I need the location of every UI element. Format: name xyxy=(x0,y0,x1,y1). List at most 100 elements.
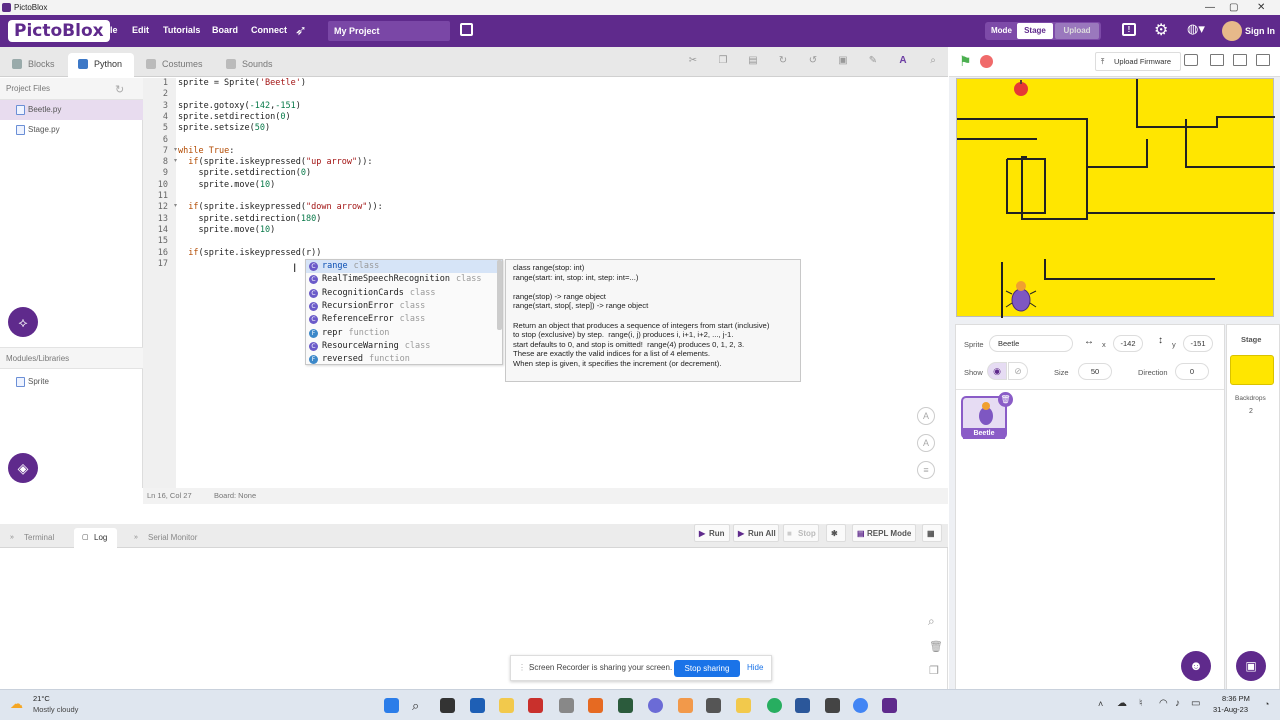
brush-icon[interactable]: ✎ xyxy=(866,55,880,69)
close-icon[interactable]: ✕ xyxy=(1257,0,1265,15)
beetle-sprite[interactable] xyxy=(1005,281,1037,312)
show-eye-icon[interactable]: ◉ xyxy=(987,362,1007,380)
code-line[interactable]: sprite.setsize(50) xyxy=(178,123,270,134)
menu-edit[interactable]: Edit xyxy=(132,25,149,35)
menu-tutorials[interactable]: Tutorials xyxy=(163,25,200,35)
code-line[interactable]: sprite.setdirection(0) xyxy=(178,112,291,123)
task-view-icon[interactable] xyxy=(440,698,455,713)
code-line[interactable]: while True: xyxy=(178,146,234,157)
paste-icon[interactable]: ▤ xyxy=(746,55,760,69)
tab-sounds[interactable]: Sounds xyxy=(216,53,284,77)
app-icon[interactable] xyxy=(678,698,693,713)
save-icon[interactable] xyxy=(460,23,473,36)
tab-costumes[interactable]: Costumes xyxy=(136,53,214,77)
autocomplete-item[interactable]: Crange class xyxy=(306,260,502,274)
tray-chevron-icon[interactable]: ˄ xyxy=(1098,699,1103,709)
code-line[interactable]: sprite = Sprite('Beetle') xyxy=(178,78,306,89)
trash-icon[interactable]: 🗑 xyxy=(929,640,943,653)
debug-bug-icon[interactable]: ✱ xyxy=(826,524,846,542)
project-name-input[interactable]: My Project xyxy=(328,21,450,41)
font-size-icon[interactable]: A xyxy=(896,55,910,69)
copy-log-icon[interactable]: ❐ xyxy=(929,664,939,677)
stop-sign-icon[interactable] xyxy=(980,55,993,68)
add-backdrop-button[interactable]: ▣ xyxy=(1236,651,1266,681)
app-icon[interactable] xyxy=(767,698,782,713)
repl-mode-button[interactable]: ▤ REPL Mode xyxy=(852,524,916,542)
panel-layout-icon[interactable]: ▦ xyxy=(922,524,942,542)
stage-canvas[interactable] xyxy=(956,78,1275,318)
windows-start-icon[interactable] xyxy=(384,698,399,713)
fold-toggle-icon[interactable]: ▾ xyxy=(174,202,177,209)
autocomplete-item[interactable]: Frepr function xyxy=(306,327,502,340)
search-icon[interactable]: ⌕ xyxy=(412,698,427,713)
fold-toggle-icon[interactable]: ▾ xyxy=(174,146,177,153)
tab-python[interactable]: Python xyxy=(68,53,134,77)
fold-toggle-icon[interactable]: ▾ xyxy=(174,157,177,164)
add-sprite-button[interactable]: ☻ xyxy=(1181,651,1211,681)
extension-button[interactable]: ◈ xyxy=(8,453,38,483)
word-icon[interactable] xyxy=(795,698,810,713)
onedrive-icon[interactable]: ☁ xyxy=(1117,698,1127,709)
avatar[interactable] xyxy=(1222,21,1242,41)
autocomplete-item[interactable]: C ResourceWarning class xyxy=(306,340,502,353)
sprite-card-beetle[interactable]: Beetle 🗑 xyxy=(961,392,1013,439)
run-button[interactable]: ▶ Run xyxy=(694,524,730,542)
size-input[interactable]: 50 xyxy=(1078,363,1112,380)
store-icon[interactable] xyxy=(470,698,485,713)
autocomplete-scrollbar[interactable] xyxy=(497,260,502,330)
tab-log[interactable]: ▢ Log xyxy=(74,528,118,548)
file-stage-py[interactable]: Stage.py xyxy=(0,120,143,140)
app-icon[interactable] xyxy=(528,698,543,713)
mode-stage-button[interactable]: Stage xyxy=(1017,23,1053,39)
green-flag-icon[interactable]: ⚑ xyxy=(959,54,973,68)
stop-sharing-button[interactable]: Stop sharing xyxy=(674,660,740,677)
sign-in-link[interactable]: Sign In xyxy=(1245,26,1275,36)
hide-link[interactable]: Hide xyxy=(747,656,763,680)
code-line[interactable]: if(sprite.iskeypressed("up arrow")): xyxy=(178,157,372,168)
gear-icon[interactable]: ⚙ xyxy=(1154,20,1168,40)
hide-eye-icon[interactable]: ⊘ xyxy=(1008,362,1028,380)
delete-sprite-icon[interactable]: 🗑 xyxy=(998,392,1013,407)
app-icon[interactable] xyxy=(559,698,574,713)
battery-icon[interactable]: ▭ xyxy=(1191,698,1200,709)
code-line[interactable]: if(sprite.iskeypressed(r)) xyxy=(178,248,321,259)
stage-thumbnail[interactable] xyxy=(1230,355,1274,385)
feedback-icon[interactable]: ! xyxy=(1122,23,1136,36)
code-line[interactable]: sprite.gotoxy(-142,-151) xyxy=(178,101,301,112)
app-icon[interactable] xyxy=(706,698,721,713)
zoom-out-icon[interactable]: A xyxy=(917,434,935,452)
chrome-icon[interactable] xyxy=(853,698,868,713)
format-icon[interactable]: ▣ xyxy=(836,55,850,69)
code-line[interactable]: sprite.setdirection(0) xyxy=(178,168,311,179)
globe-icon[interactable]: ◍▾ xyxy=(1187,21,1205,37)
camera-icon[interactable] xyxy=(1184,54,1198,66)
autocomplete-item[interactable]: C RecursionError class xyxy=(306,300,502,313)
menu-connect[interactable]: Connect xyxy=(251,25,287,35)
refresh-icon[interactable]: ↻ xyxy=(115,83,124,96)
autocomplete-item[interactable]: C RealTimeSpeechRecognition class xyxy=(306,273,502,286)
file-beetle-py[interactable]: Beetle.py xyxy=(0,100,143,120)
app-icon[interactable] xyxy=(618,698,633,713)
direction-input[interactable]: 0 xyxy=(1175,363,1209,380)
zoom-in-icon[interactable]: A xyxy=(917,407,935,425)
file-explorer-icon[interactable] xyxy=(499,698,514,713)
code-line[interactable]: if(sprite.iskeypressed("down arrow")): xyxy=(178,202,383,213)
app-icon[interactable] xyxy=(588,698,603,713)
minimize-icon[interactable]: — xyxy=(1205,0,1215,15)
notifications-icon[interactable]: ◔ xyxy=(1264,699,1269,709)
wifi-icon[interactable]: ◠ xyxy=(1159,698,1168,709)
undo-icon[interactable]: ↺ xyxy=(806,55,820,69)
run-all-button[interactable]: ▶ Run All xyxy=(733,524,779,542)
code-line[interactable]: sprite.setdirection(180) xyxy=(178,214,321,225)
small-stage-icon[interactable] xyxy=(1210,54,1224,66)
volume-icon[interactable]: ♪ xyxy=(1175,698,1180,709)
copy-icon[interactable]: ❐ xyxy=(716,55,730,69)
upload-firmware-button[interactable]: ⤒ Upload Firmware xyxy=(1095,52,1181,71)
pictoblox-taskbar-icon[interactable] xyxy=(882,698,897,713)
sprite-name-input[interactable]: Beetle xyxy=(989,335,1073,352)
reset-zoom-icon[interactable]: ≡ xyxy=(917,461,935,479)
microphone-icon[interactable]: ♮ xyxy=(1139,698,1143,709)
cut-icon[interactable]: ✂ xyxy=(686,55,700,69)
fullscreen-icon[interactable] xyxy=(1256,54,1270,66)
redo-icon[interactable]: ↻ xyxy=(776,55,790,69)
